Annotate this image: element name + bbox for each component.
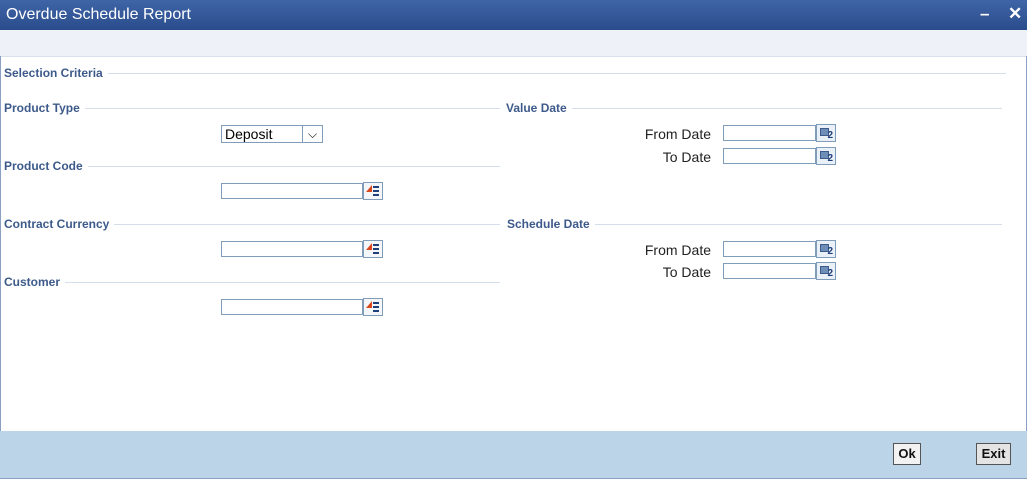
window-bottom-edge bbox=[0, 478, 1027, 493]
form-body: Selection Criteria Product Type Deposit … bbox=[0, 56, 1027, 431]
window-title: Overdue Schedule Report bbox=[6, 6, 191, 23]
chevron-down-icon[interactable]: ⌵ bbox=[302, 126, 322, 142]
section-contract-currency: Contract Currency bbox=[4, 217, 500, 231]
ok-button[interactable]: Ok bbox=[893, 443, 921, 465]
contract-currency-input[interactable] bbox=[221, 241, 363, 257]
toolbar-strip bbox=[0, 30, 1027, 57]
value-from-date-label: From Date bbox=[644, 126, 711, 142]
product-type-select[interactable]: Deposit ⌵ bbox=[221, 125, 323, 143]
product-code-input[interactable] bbox=[221, 183, 363, 199]
value-to-date-label: To Date bbox=[662, 149, 711, 165]
section-title: Schedule Date bbox=[507, 217, 590, 231]
product-type-value: Deposit bbox=[225, 126, 273, 142]
section-title: Contract Currency bbox=[4, 217, 110, 231]
section-selection-criteria: Selection Criteria bbox=[4, 66, 1006, 80]
close-icon[interactable]: ✕ bbox=[1008, 4, 1022, 24]
schedule-to-date-input[interactable] bbox=[723, 263, 816, 279]
calendar-icon[interactable]: 2 bbox=[816, 147, 836, 165]
exit-button[interactable]: Exit bbox=[976, 443, 1011, 465]
calendar-icon[interactable]: 2 bbox=[816, 240, 836, 258]
section-product-code: Product Code bbox=[4, 159, 500, 173]
title-bar: Overdue Schedule Report – ✕ bbox=[0, 0, 1027, 30]
value-to-date-input[interactable] bbox=[723, 148, 816, 164]
product-code-lov-icon[interactable] bbox=[363, 182, 383, 200]
section-value-date: Value Date bbox=[506, 101, 1002, 115]
section-product-type: Product Type bbox=[4, 101, 500, 115]
customer-input[interactable] bbox=[221, 299, 363, 315]
schedule-from-date-label: From Date bbox=[644, 242, 711, 258]
section-title: Selection Criteria bbox=[4, 66, 103, 80]
section-schedule-date: Schedule Date bbox=[507, 217, 1002, 231]
schedule-to-date-label: To Date bbox=[662, 264, 711, 280]
customer-lov-icon[interactable] bbox=[363, 298, 383, 316]
section-title: Customer bbox=[4, 275, 61, 289]
calendar-icon[interactable]: 2 bbox=[816, 262, 836, 280]
section-title: Product Type bbox=[4, 101, 80, 115]
value-from-date-input[interactable] bbox=[723, 125, 816, 141]
section-customer: Customer bbox=[4, 275, 500, 289]
contract-currency-lov-icon[interactable] bbox=[363, 240, 383, 258]
schedule-from-date-input[interactable] bbox=[723, 241, 816, 257]
calendar-icon[interactable]: 2 bbox=[816, 124, 836, 142]
section-title: Value Date bbox=[506, 101, 567, 115]
minimize-icon[interactable]: – bbox=[980, 4, 989, 24]
section-title: Product Code bbox=[4, 159, 83, 173]
footer-bar: Ok Exit bbox=[0, 431, 1027, 478]
